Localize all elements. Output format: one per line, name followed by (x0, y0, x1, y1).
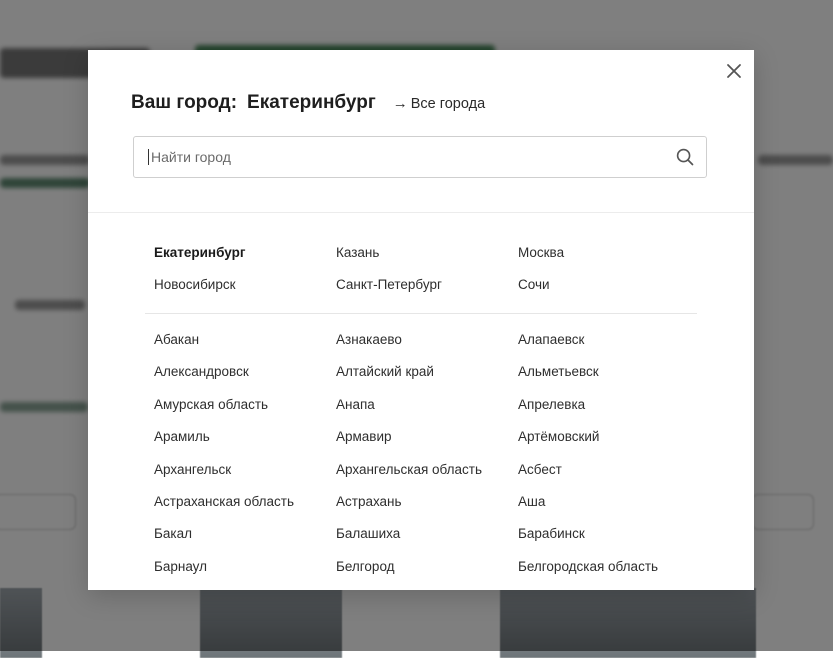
city-item[interactable]: Абакан (154, 330, 336, 362)
city-item[interactable]: Бакал (154, 524, 336, 556)
city-item[interactable]: Амурская область (154, 395, 336, 427)
city-item[interactable]: Альметьевск (518, 362, 699, 394)
search-icon[interactable] (676, 148, 694, 166)
all-cities-label: Все города (410, 95, 486, 112)
city-item[interactable]: Екатеринбург (154, 243, 336, 275)
city-item[interactable]: Балашиха (336, 524, 518, 556)
city-item[interactable]: Астраханская область (154, 492, 336, 524)
popular-cities: Екатеринбург Казань Москва Новосибирск С… (154, 243, 699, 308)
current-city: Екатеринбург (247, 92, 376, 113)
search-input[interactable] (148, 149, 651, 165)
city-item[interactable]: Александровск (154, 362, 336, 394)
city-item[interactable]: Белгородская область (518, 557, 699, 589)
city-search (133, 136, 707, 178)
city-item[interactable]: Санкт-Петербург (336, 275, 518, 307)
list-divider (145, 313, 697, 314)
city-item[interactable]: Сочи (518, 275, 699, 307)
city-item[interactable]: Новосибирск (154, 275, 336, 307)
close-icon (727, 64, 741, 78)
close-button[interactable] (724, 61, 744, 81)
city-item[interactable]: Аша (518, 492, 699, 524)
arrow-right-icon: → (392, 95, 408, 112)
city-item[interactable]: Алапаевск (518, 330, 699, 362)
city-item[interactable]: Арамиль (154, 427, 336, 459)
city-item[interactable]: Артёмовский (518, 427, 699, 459)
modal-title: Ваш город: (131, 92, 238, 113)
city-select-modal: Ваш город: Екатеринбург → Все города Ека… (88, 50, 754, 590)
city-item[interactable]: Барабинск (518, 524, 699, 556)
city-item[interactable]: Анапа (336, 395, 518, 427)
city-item[interactable]: Казань (336, 243, 518, 275)
city-item[interactable]: Москва (518, 243, 699, 275)
city-item[interactable]: Барнаул (154, 557, 336, 589)
all-cities-list: Абакан Азнакаево Алапаевск Александровск… (154, 330, 699, 589)
city-item[interactable]: Белгород (336, 557, 518, 589)
city-item[interactable]: Астрахань (336, 492, 518, 524)
city-item[interactable]: Асбест (518, 460, 699, 492)
all-cities-link[interactable]: → Все города (393, 95, 485, 112)
city-list-area: Екатеринбург Казань Москва Новосибирск С… (88, 213, 754, 590)
city-item[interactable]: Апрелевка (518, 395, 699, 427)
city-item[interactable]: Архангельск (154, 460, 336, 492)
city-item[interactable]: Алтайский край (336, 362, 518, 394)
city-item[interactable]: Архангельская область (336, 460, 518, 492)
city-item[interactable]: Азнакаево (336, 330, 518, 362)
modal-header: Ваш город: Екатеринбург → Все города (131, 92, 485, 114)
city-item[interactable]: Армавир (336, 427, 518, 459)
